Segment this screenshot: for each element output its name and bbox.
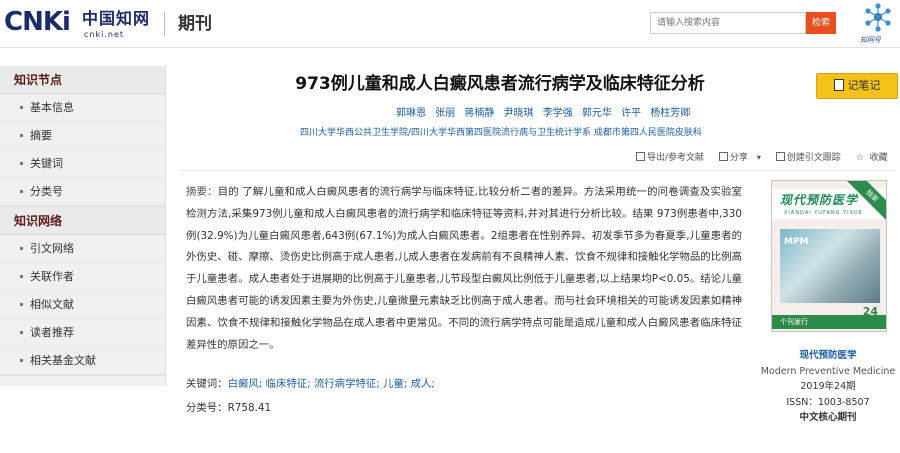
classification-section: 分类号：R758.41 [186, 398, 271, 418]
sidebar-heading: 知识节点 [0, 66, 165, 94]
cover-badge: 个刊发行 [772, 315, 886, 329]
journal-name[interactable]: 现代预防医学 [760, 348, 896, 364]
journal-issue[interactable]: 2019年24期 [760, 379, 896, 395]
cover-subtitle: XIANDAI YUFANG YIXUE [784, 210, 863, 216]
sidebar-group-network: 知识网络 引文网络 关联作者 相似文献 读者推荐 相关基金文献 [0, 207, 165, 376]
sidebar-group-nodes: 知识节点 基本信息 摘要 关键词 分类号 [0, 66, 165, 207]
organization-list[interactable]: 四川大学华西公共卫生学院/四川大学华西第四医院流行病与卫生统计学系 成都市第四人… [300, 126, 702, 140]
article-title: 973例儿童和成人白癜风患者流行病学及临床特征分析 [295, 74, 705, 94]
journal-core-badge: 中文核心期刊 [799, 412, 857, 423]
divider [180, 170, 895, 171]
logo-url: cnki.net [84, 30, 124, 39]
take-note-label: 记笔记 [847, 79, 881, 92]
sidebar-item-citation-network[interactable]: 引文网络 [0, 235, 165, 263]
sidebar-item-fund-docs[interactable]: 相关基金文献 [0, 347, 165, 375]
knowledge-sidebar: 知识节点 基本信息 摘要 关键词 分类号 知识网络 引文网络 关联作者 相似文献… [0, 66, 166, 386]
journal-name-en: Modern Preventive Medicine [760, 365, 896, 377]
cite-track-button[interactable]: 创建引文跟踪 [775, 152, 847, 163]
star-icon: ☆ [855, 153, 864, 163]
export-icon [636, 152, 645, 161]
zhiwanghao-icon [865, 3, 891, 32]
journal-info: 现代预防医学 Modern Preventive Medicine 2019年2… [760, 348, 896, 426]
share-button[interactable]: 分享 ▾ [718, 152, 767, 163]
logo-chinese: 中国知网 [82, 9, 151, 28]
journal-cover[interactable]: 现代预防医学 XIANDAI YUFANG YIXUE 独家 MPM 24 个刊… [771, 180, 887, 332]
cover-title: 现代预防医学 [780, 193, 859, 207]
export-button[interactable]: 导出/参考文献 [636, 152, 710, 163]
abstract-label: 摘要： [186, 186, 218, 198]
share-icon [718, 152, 728, 161]
logo-wordmark: CNKi [4, 7, 71, 37]
abstract-section: 摘要：目的 了解儿童和成人白癜风患者的流行病学与临床特征,比较分析二者的差异。方… [186, 182, 742, 356]
sidebar-item-classification[interactable]: 分类号 [0, 178, 165, 206]
zhiwanghao-label: 知网号 [860, 36, 881, 44]
keywords-links[interactable]: 白癜风; 临床特征; 流行病学特征; 儿童; 成人; [228, 378, 435, 390]
favorite-button[interactable]: ☆ 收藏 [856, 153, 894, 163]
search-button[interactable]: 检索 [806, 12, 836, 34]
keywords-section: 关键词：白癜风; 临床特征; 流行病学特征; 儿童; 成人; [186, 374, 435, 394]
keywords-label: 关键词： [186, 378, 228, 390]
article-toolbar: 导出/参考文献 分享 ▾ 创建引文跟踪 ☆收藏 打印 [636, 150, 900, 164]
sidebar-item-reader-recommend[interactable]: 读者推荐 [0, 319, 165, 347]
zhiwanghao-logo[interactable]: 知网号 [858, 2, 898, 46]
chevron-down-icon: ▾ [756, 153, 761, 162]
section-title[interactable]: 期刊 [178, 12, 212, 36]
bell-icon [775, 152, 785, 161]
sidebar-item-keywords[interactable]: 关键词 [0, 150, 165, 178]
sidebar-item-related-authors[interactable]: 关联作者 [0, 263, 165, 291]
journal-issn: ISSN：1003-8507 [786, 396, 870, 408]
header-divider [164, 12, 165, 36]
sidebar-item-abstract[interactable]: 摘要 [0, 122, 165, 150]
classification-code: R758.41 [227, 402, 272, 414]
share-label: 分享 [729, 153, 748, 163]
abstract-text: 目的 了解儿童和成人白癜风患者的流行病学与临床特征,比较分析二者的差异。方法采用… [186, 186, 742, 351]
cover-mpm: MPM [784, 237, 809, 247]
cite-track-label: 创建引文跟踪 [786, 153, 841, 163]
export-label: 导出/参考文献 [647, 153, 705, 163]
sidebar-item-similar-docs[interactable]: 相似文献 [0, 291, 165, 319]
cnki-logo[interactable]: CNKi 中国知网 cnki.net [4, 8, 154, 42]
author-list[interactable]: 郭琳恩 张丽 蒋楠静 尹晓琪 李学强 郭元华 许平 杨柱芳卿 [396, 107, 690, 121]
take-note-button[interactable]: 记笔记 [816, 73, 898, 99]
search-input[interactable] [650, 12, 806, 34]
classification-label: 分类号： [186, 402, 228, 414]
sidebar-heading: 知识网络 [0, 207, 165, 235]
favorite-label: 收藏 [869, 153, 888, 163]
note-icon [833, 79, 844, 91]
top-header: CNKi 中国知网 cnki.net 期刊 检索 知网号 [0, 0, 900, 48]
sidebar-item-basic-info[interactable]: 基本信息 [0, 94, 165, 122]
